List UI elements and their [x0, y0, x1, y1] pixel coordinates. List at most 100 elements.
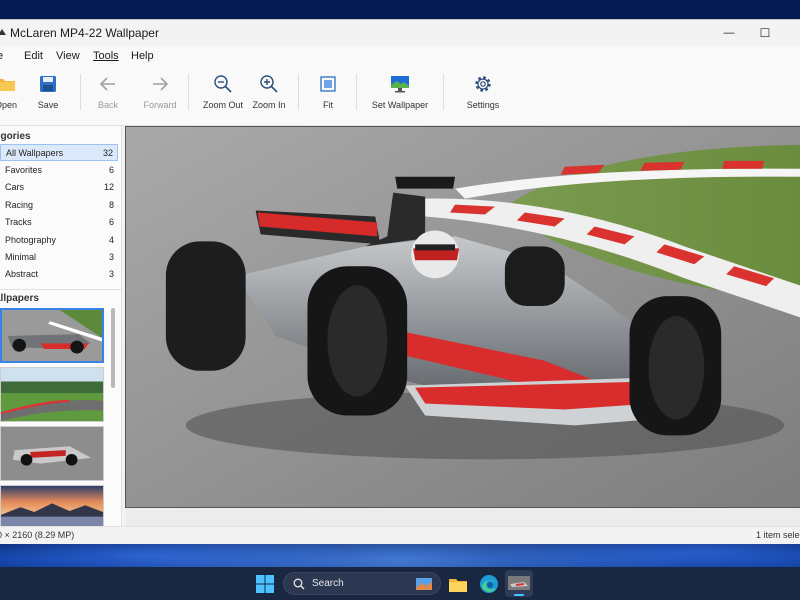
wallpaper-thumbnail-list — [0, 308, 106, 544]
arrow-right-icon — [153, 77, 169, 91]
category-label: Tracks — [5, 217, 32, 228]
category-item-favorites[interactable]: Favorites 6 — [0, 161, 118, 178]
wallpaper-app-icon — [508, 576, 530, 590]
image-dimensions-text: 0 × 2160 (8.29 MP) — [0, 530, 75, 540]
zoom-in-button[interactable]: Zoom In — [251, 70, 287, 120]
race-car-thumbnail-image — [1, 427, 103, 480]
app-window: McLaren MP4-22 Wallpaper — ☐ e Edit View… — [0, 19, 800, 544]
toolbar-separator — [298, 74, 299, 110]
windows-start-icon[interactable] — [254, 573, 276, 595]
toolbar: Open Save Back Forward — [0, 66, 800, 126]
folder-icon — [0, 79, 15, 91]
category-count: 6 — [108, 165, 114, 176]
maximize-button[interactable]: ☐ — [745, 20, 785, 46]
category-item-abstract[interactable]: Abstract 3 — [0, 266, 118, 283]
category-count: 8 — [108, 199, 114, 210]
back-button[interactable]: Back — [93, 70, 123, 120]
save-label: Save — [37, 100, 59, 110]
zoom-in-icon — [260, 75, 278, 93]
maximize-icon: ☐ — [759, 26, 771, 40]
active-indicator — [514, 594, 524, 596]
toolbar-separator — [356, 74, 357, 110]
search-label: Search — [312, 578, 344, 589]
category-count: 3 — [108, 252, 114, 263]
gear-icon — [475, 76, 491, 92]
monitor-landscape-icon — [391, 76, 409, 93]
zoom-in-label: Zoom In — [252, 100, 286, 110]
thumbnail-scrollbar[interactable] — [111, 308, 115, 388]
wallpaper-preview-image[interactable] — [125, 126, 800, 508]
sidebar: egories All Wallpapers 32 Favorites 6 Ca… — [0, 126, 122, 540]
open-label: Open — [0, 100, 18, 110]
menu-view[interactable]: View — [56, 50, 80, 62]
menu-tools[interactable]: Tools — [93, 50, 119, 62]
category-label: Photography — [5, 234, 57, 245]
category-label: All Wallpapers — [6, 147, 64, 158]
toolbar-separator — [443, 74, 444, 110]
search-icon — [293, 578, 305, 590]
sidebar-divider — [0, 289, 121, 290]
f1-car-thumbnail-image — [2, 310, 102, 361]
category-item-cars[interactable]: Cars 12 — [0, 179, 118, 196]
menu-bar: e Edit View Tools Help — [0, 46, 800, 66]
category-list: All Wallpapers 32 Favorites 6 Cars 12 Ra… — [0, 144, 118, 283]
category-item-minimal[interactable]: Minimal 3 — [0, 248, 118, 265]
category-count: 32 — [102, 147, 113, 158]
zoom-out-button[interactable]: Zoom Out — [203, 70, 243, 120]
track-thumbnail-image — [1, 368, 103, 421]
mclaren-f1-photo — [126, 127, 800, 507]
wallpaper-thumbnail-track[interactable] — [0, 367, 104, 422]
search-highlight-icon — [416, 578, 432, 590]
category-item-all-wallpapers[interactable]: All Wallpapers 32 — [0, 144, 118, 162]
settings-button[interactable]: Settings — [463, 70, 503, 120]
set-wallpaper-button[interactable]: Set Wallpaper — [370, 70, 430, 120]
window-title: McLaren MP4-22 Wallpaper — [10, 26, 159, 40]
image-viewer — [125, 126, 800, 526]
fit-screen-icon — [320, 76, 336, 92]
settings-label: Settings — [466, 100, 500, 110]
menu-help[interactable]: Help — [131, 50, 154, 62]
category-count: 3 — [108, 269, 114, 280]
category-label: Abstract — [5, 269, 39, 280]
category-label: Favorites — [5, 165, 43, 176]
back-label: Back — [97, 100, 118, 110]
wallpapers-heading: allpapers — [0, 293, 39, 304]
open-button[interactable]: Open — [0, 70, 21, 120]
toolbar-separator — [80, 74, 81, 110]
file-explorer-icon[interactable] — [447, 573, 469, 595]
app-icon — [0, 29, 6, 35]
category-count: 6 — [108, 217, 114, 228]
toolbar-separator — [188, 74, 189, 110]
category-count: 12 — [103, 182, 114, 193]
taskbar-search-box[interactable]: Search — [283, 572, 441, 595]
categories-heading: egories — [0, 131, 31, 142]
save-button[interactable]: Save — [33, 70, 63, 120]
category-label: Minimal — [5, 252, 37, 263]
menu-edit[interactable]: Edit — [24, 50, 43, 62]
edge-browser-icon[interactable] — [478, 573, 500, 595]
forward-button[interactable]: Forward — [140, 70, 180, 120]
zoom-out-label: Zoom Out — [203, 100, 244, 110]
category-item-photography[interactable]: Photography 4 — [0, 231, 118, 248]
set-wallpaper-label: Set Wallpaper — [371, 100, 429, 110]
status-bar: 0 × 2160 (8.29 MP) 1 item select — [0, 526, 800, 544]
category-count: 4 — [108, 234, 114, 245]
selection-count-text: 1 item select — [756, 530, 800, 540]
wallpaper-thumbnail-race-car[interactable] — [0, 426, 104, 481]
taskbar: Search — [0, 567, 800, 600]
zoom-out-icon — [214, 75, 232, 93]
forward-label: Forward — [143, 100, 177, 110]
floppy-disk-icon — [40, 76, 56, 92]
category-item-tracks[interactable]: Tracks 6 — [0, 214, 118, 231]
category-item-racing[interactable]: Racing 8 — [0, 196, 118, 213]
fit-button[interactable]: Fit — [313, 70, 343, 120]
wallpaper-thumbnail-f1-car[interactable] — [0, 308, 104, 363]
fit-label: Fit — [323, 100, 333, 110]
minimize-button[interactable]: — — [709, 20, 749, 46]
arrow-left-icon — [99, 77, 115, 91]
menu-file[interactable]: e — [0, 50, 3, 62]
title-bar: McLaren MP4-22 Wallpaper — ☐ — [0, 20, 800, 46]
category-label: Cars — [5, 182, 25, 193]
minimize-icon: — — [723, 27, 735, 39]
taskbar-active-app[interactable] — [505, 570, 533, 597]
